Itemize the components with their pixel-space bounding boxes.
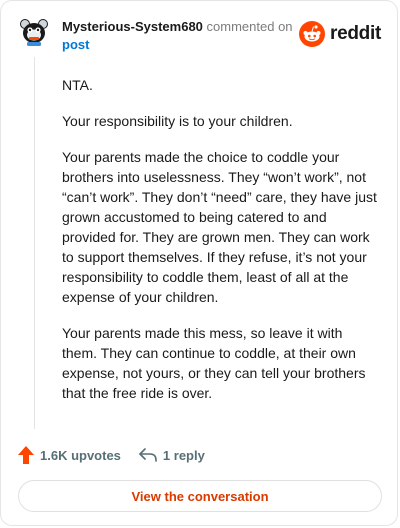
avatar[interactable]: [18, 15, 50, 47]
meta-text: commented on: [206, 19, 293, 34]
reddit-logo-icon: [299, 21, 326, 47]
reply-icon: [139, 448, 157, 462]
reddit-logo[interactable]: reddit: [299, 21, 381, 47]
thread-line[interactable]: [34, 57, 35, 429]
view-conversation-button[interactable]: View the conversation: [18, 480, 382, 512]
comment-header: Mysterious-System680 commented on post: [62, 18, 302, 54]
comment-paragraph: Your responsibility is to your children.: [62, 113, 293, 129]
comment-body: NTA. Your responsibility is to your chil…: [62, 75, 378, 419]
comment-paragraph: Your parents made the choice to coddle y…: [62, 149, 377, 305]
reddit-wordmark: reddit: [330, 23, 381, 44]
reply-count: 1 reply: [162, 447, 205, 463]
upvote-button[interactable]: 1.6K upvotes: [18, 446, 121, 464]
comment-actions: 1.6K upvotes 1 reply: [18, 446, 205, 464]
comment-paragraph: Your parents made this mess, so leave it…: [62, 325, 366, 401]
comment-paragraph: NTA.: [62, 77, 93, 93]
post-link[interactable]: post: [62, 37, 89, 52]
reply-button[interactable]: 1 reply: [139, 448, 205, 463]
comment-card: Mysterious-System680 commented on post r…: [0, 0, 398, 526]
upvote-icon: [18, 446, 34, 464]
username[interactable]: Mysterious-System680: [62, 19, 203, 34]
upvote-count: 1.6K upvotes: [40, 447, 121, 463]
